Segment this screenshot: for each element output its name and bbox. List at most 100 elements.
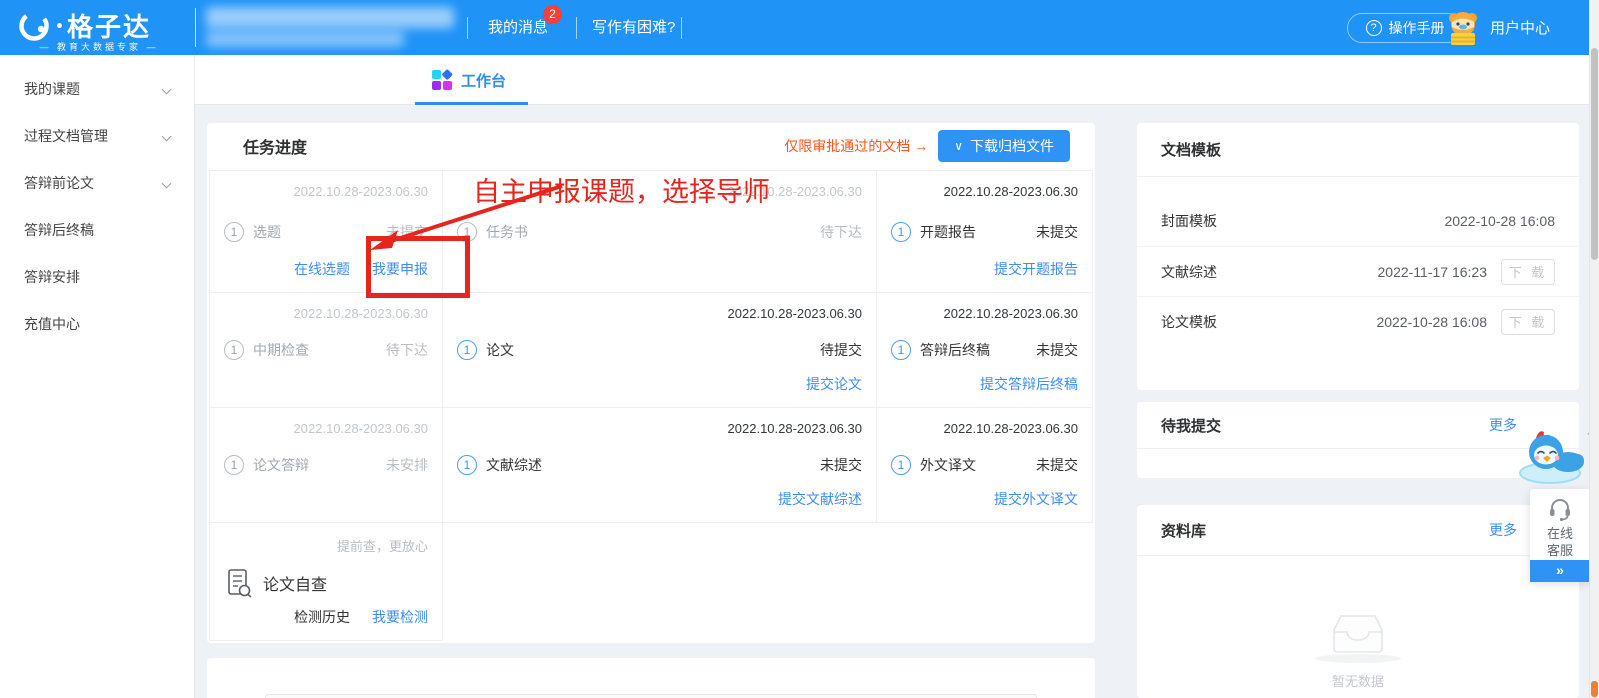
task-date: 2022.10.28-2023.06.30 [294,421,428,436]
panel-title: 任务进度 [243,134,784,158]
question-circle-icon: ? [1366,20,1382,36]
download-button[interactable]: 下 载 [1501,309,1555,335]
scrollbar-thumb[interactable] [1591,48,1598,260]
template-label: 封面模板 [1161,211,1444,231]
task-name: 文献综述 [486,455,542,475]
chevron-down-icon [162,179,172,189]
task-status: 待下达 [386,340,428,360]
task-name: 论文答辩 [253,455,309,475]
writing-help-button[interactable]: 写作有困难? [592,0,675,55]
sidebar-item-final-draft[interactable]: 答辩后终稿 [0,207,194,254]
sidebar-item-label: 过程文档管理 [24,128,108,144]
my-messages-button[interactable]: 我的消息 [488,0,548,55]
task-date: 2022.10.28-2023.06.30 [728,306,862,321]
logo-g-icon [16,8,52,44]
penguin-mascot-icon: ﹡ ﹡ [1512,426,1594,484]
online-service-widget[interactable]: 在线 客服 » [1530,489,1590,582]
user-center-button[interactable]: 用户中心 [1444,0,1550,55]
submit-literature-review-link[interactable]: 提交文献综述 [778,489,862,509]
download-archive-label: 下载归档文件 [970,136,1054,156]
nav-separator [467,17,468,39]
left-sidebar: 我的课题 过程文档管理 答辩前论文 答辩后终稿 答辩安排 充值中心 [0,55,195,698]
sidebar-item-defense-schedule[interactable]: 答辩安排 [0,254,194,301]
sidebar-item-label: 答辩安排 [24,269,80,285]
task-status: 待提交 [820,340,862,360]
task-panel-header: 任务进度 仅限审批通过的文档 → ∨ 下载归档文件 [207,123,1095,169]
download-archive-button[interactable]: ∨ 下载归档文件 [938,130,1070,162]
self-check-tagline: 提前查，更放心 [337,536,428,555]
logo-tagline: — 教育大数据专家 — [8,40,190,53]
submit-foreign-translation-link[interactable]: 提交外文译文 [994,489,1078,509]
task-status: 未提交 [386,222,428,242]
sidebar-item-pre-defense-thesis[interactable]: 答辩前论文 [0,160,194,207]
panel-title: 资料库 [1161,520,1489,541]
task-status: 未提交 [1036,222,1078,242]
start-check-link[interactable]: 我要检测 [372,607,428,627]
scrollbar-bottom-marker [1591,681,1598,697]
task-count-badge: 1 [891,340,911,360]
redacted-school-subtext [206,31,404,47]
task-count-badge: 1 [457,222,477,242]
next-section-card [207,658,1095,698]
empty-text: 暂无数据 [1137,671,1579,690]
self-check-title: 论文自查 [263,571,327,595]
task-date: 2022.10.28-2023.06.30 [728,184,862,199]
task-date: 2022.10.28-2023.06.30 [944,421,1078,436]
header-divider [195,8,196,47]
sidebar-item-my-topics[interactable]: 我的课题 [0,66,194,113]
task-name: 答辩后终稿 [920,340,990,360]
self-apply-topic-link[interactable]: 我要申报 [372,259,428,279]
task-name: 开题报告 [920,222,976,242]
task-date: 2022.10.28-2023.06.30 [728,421,862,436]
cell-literature-review: 2022.10.28-2023.06.30 1 文献综述 未提交 提交文献综述 [442,407,877,523]
library-more-link[interactable]: 更多 [1489,520,1517,540]
submit-opening-report-link[interactable]: 提交开题报告 [994,259,1078,279]
cell-thesis-defense: 2022.10.28-2023.06.30 1 论文答辩 未安排 [209,407,443,523]
page-scrollbar[interactable] [1589,0,1599,698]
penguin-mascot: ﹡ ﹡ [1512,426,1594,487]
template-label: 论文模板 [1161,312,1376,332]
task-name: 中期检查 [253,340,309,360]
tab-label: 工作台 [461,70,506,91]
doc-templates-header: 文档模板 [1137,123,1579,177]
messages-count-badge: 2 [543,5,562,24]
tab-workbench[interactable]: 工作台 [432,55,506,105]
template-label: 文献综述 [1161,262,1378,282]
online-topic-selection-link[interactable]: 在线选题 [294,259,350,279]
submit-final-draft-link[interactable]: 提交答辩后终稿 [980,374,1078,394]
download-button[interactable]: 下 载 [1501,259,1555,285]
task-date: 2022.10.28-2023.06.30 [944,184,1078,199]
empty-state: 暂无数据 [1137,613,1579,690]
task-date: 2022.10.28-2023.06.30 [944,306,1078,321]
sidebar-item-recharge-center[interactable]: 充值中心 [0,301,194,348]
task-status: 待下达 [820,222,862,242]
task-count-badge: 1 [457,455,477,475]
nav-separator [576,17,577,39]
task-status: 未安排 [386,455,428,475]
library-panel: 资料库 更多 暂无数据 [1137,505,1579,698]
service-label-line1: 在线 [1530,525,1590,542]
submit-thesis-link[interactable]: 提交论文 [806,374,862,394]
template-row-thesis: 论文模板 2022-10-28 16:08 下 载 [1137,296,1579,346]
task-name: 选题 [253,222,281,242]
task-count-badge: 1 [891,222,911,242]
service-expand-button[interactable]: » [1530,560,1590,582]
sidebar-item-label: 充值中心 [24,316,80,332]
top-header: 格子达 — 教育大数据专家 — 我的消息 2 写作有困难? ? 操作手册 用户中… [0,0,1599,55]
document-check-icon [226,568,253,598]
active-tab-underline [415,102,528,105]
panel-title: 待我提交 [1161,415,1489,436]
sidebar-item-process-docs[interactable]: 过程文档管理 [0,113,194,160]
task-status: 未提交 [820,455,862,475]
template-row-cover: 封面模板 2022-10-28 16:08 [1137,196,1579,246]
cell-task-book: 2022.10.28-2023.06.30 1 任务书 待下达 [442,170,877,293]
sidebar-item-label: 我的课题 [24,81,80,97]
template-date: 2022-11-17 16:23 [1378,264,1488,280]
workbench-grid-icon [432,70,452,90]
logo[interactable]: 格子达 [16,7,151,44]
task-count-badge: 1 [224,455,244,475]
library-header: 资料库 更多 [1137,505,1579,556]
cell-foreign-translation: 2022.10.28-2023.06.30 1 外文译文 未提交 提交外文译文 [876,407,1093,523]
user-center-label: 用户中心 [1490,17,1550,38]
check-history-link[interactable]: 检测历史 [294,607,350,627]
